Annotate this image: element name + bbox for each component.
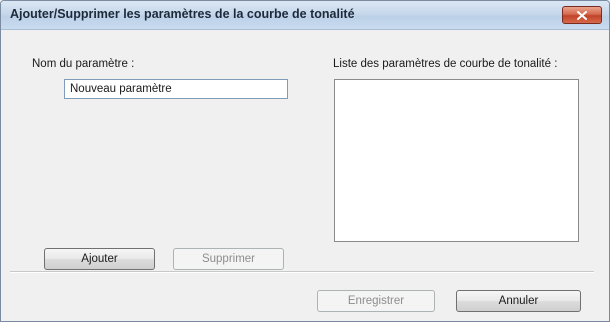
window-title: Ajouter/Supprimer les paramètres de la c… <box>10 7 355 21</box>
close-icon <box>577 10 587 20</box>
parameter-name-input[interactable] <box>64 79 288 99</box>
save-button[interactable]: Enregistrer <box>317 290 435 312</box>
tone-curve-list[interactable] <box>334 79 579 242</box>
tone-curve-list-label: Liste des paramètres de courbe de tonali… <box>333 58 558 70</box>
cancel-button[interactable]: Annuler <box>456 290 581 312</box>
divider <box>10 271 594 273</box>
close-button[interactable] <box>562 6 602 24</box>
dialog-window: Ajouter/Supprimer les paramètres de la c… <box>0 0 610 322</box>
delete-button[interactable]: Supprimer <box>173 248 284 270</box>
parameter-name-label: Nom du paramètre : <box>32 58 135 70</box>
title-bar: Ajouter/Supprimer les paramètres de la c… <box>1 1 609 30</box>
add-button[interactable]: Ajouter <box>44 248 155 270</box>
